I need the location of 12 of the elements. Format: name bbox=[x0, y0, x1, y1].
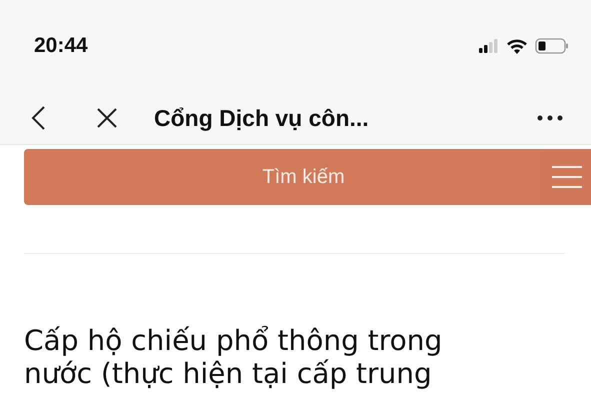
menu-icon bbox=[551, 165, 583, 189]
signal-icon bbox=[479, 39, 499, 53]
service-heading: Cấp hộ chiếu phổ thông trong nước (thực hiện tại cấp trung bbox=[24, 324, 444, 390]
close-button[interactable] bbox=[96, 107, 118, 129]
battery-icon bbox=[535, 38, 569, 54]
menu-button[interactable] bbox=[543, 149, 591, 205]
page-title: Cổng Dịch vụ côn... bbox=[154, 104, 370, 132]
status-time: 20:44 bbox=[34, 34, 88, 58]
back-button[interactable] bbox=[30, 105, 46, 131]
wifi-icon bbox=[507, 38, 527, 54]
search-button[interactable]: Tìm kiếm bbox=[24, 149, 543, 205]
more-button[interactable] bbox=[537, 115, 563, 121]
